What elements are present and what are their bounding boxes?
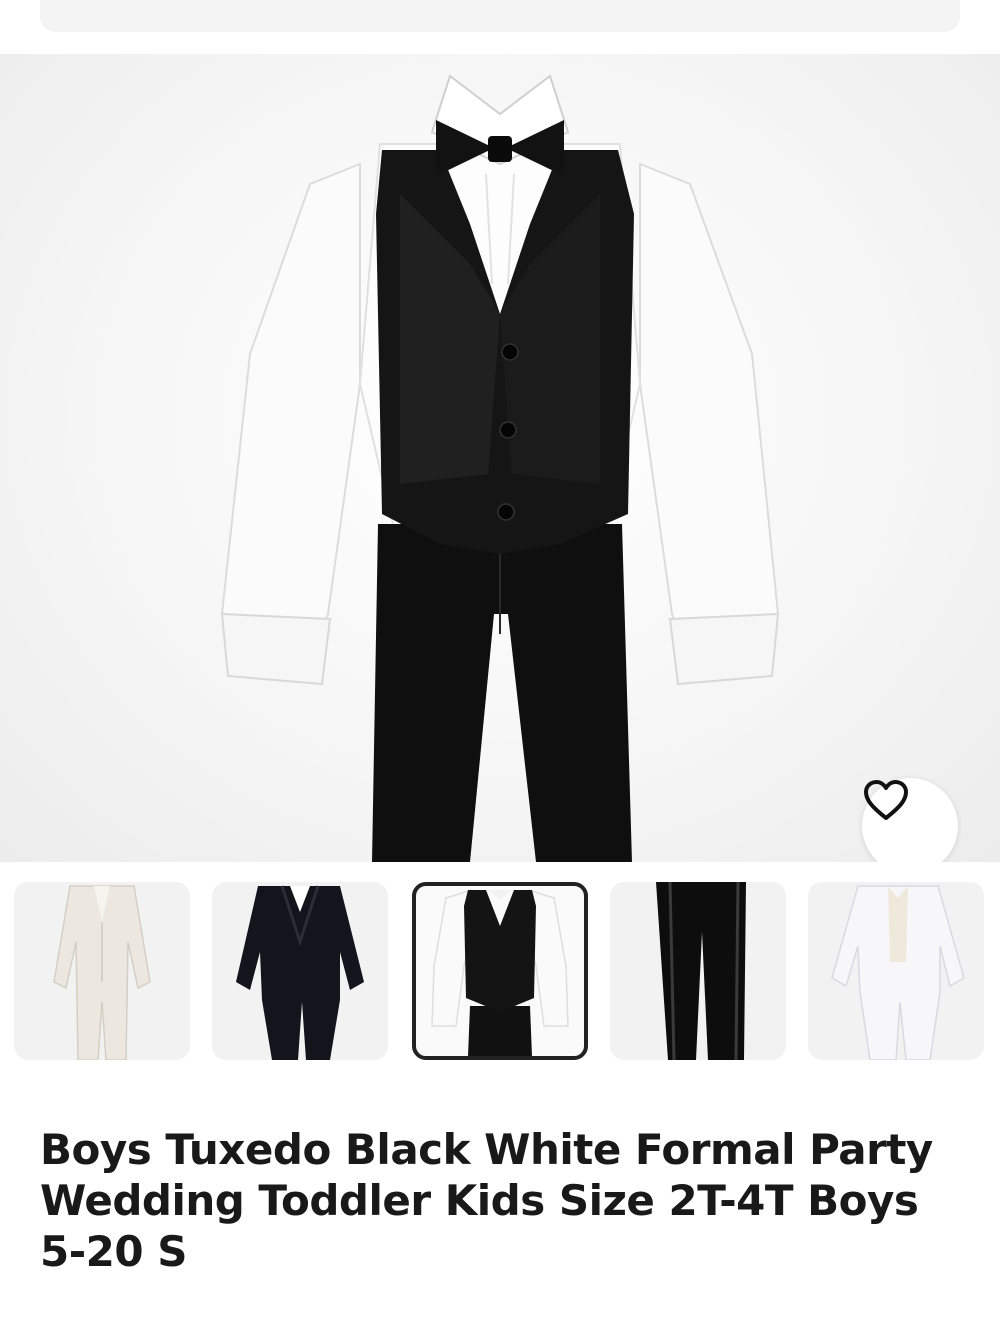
search-bar-container[interactable] bbox=[40, 0, 960, 32]
main-product-image[interactable] bbox=[0, 54, 1000, 862]
thumbnail-ivory-suit[interactable] bbox=[14, 882, 190, 1060]
thumbnail-black-pants[interactable] bbox=[610, 882, 786, 1060]
thumbnail-strip bbox=[0, 882, 1000, 1062]
thumbnail-white-tuxedo[interactable] bbox=[808, 882, 984, 1060]
thumbnail-black-vest[interactable] bbox=[412, 882, 588, 1060]
listing-title: Boys Tuxedo Black White Formal Party Wed… bbox=[40, 1125, 933, 1276]
thumbnail-black-tuxedo[interactable] bbox=[212, 882, 388, 1060]
